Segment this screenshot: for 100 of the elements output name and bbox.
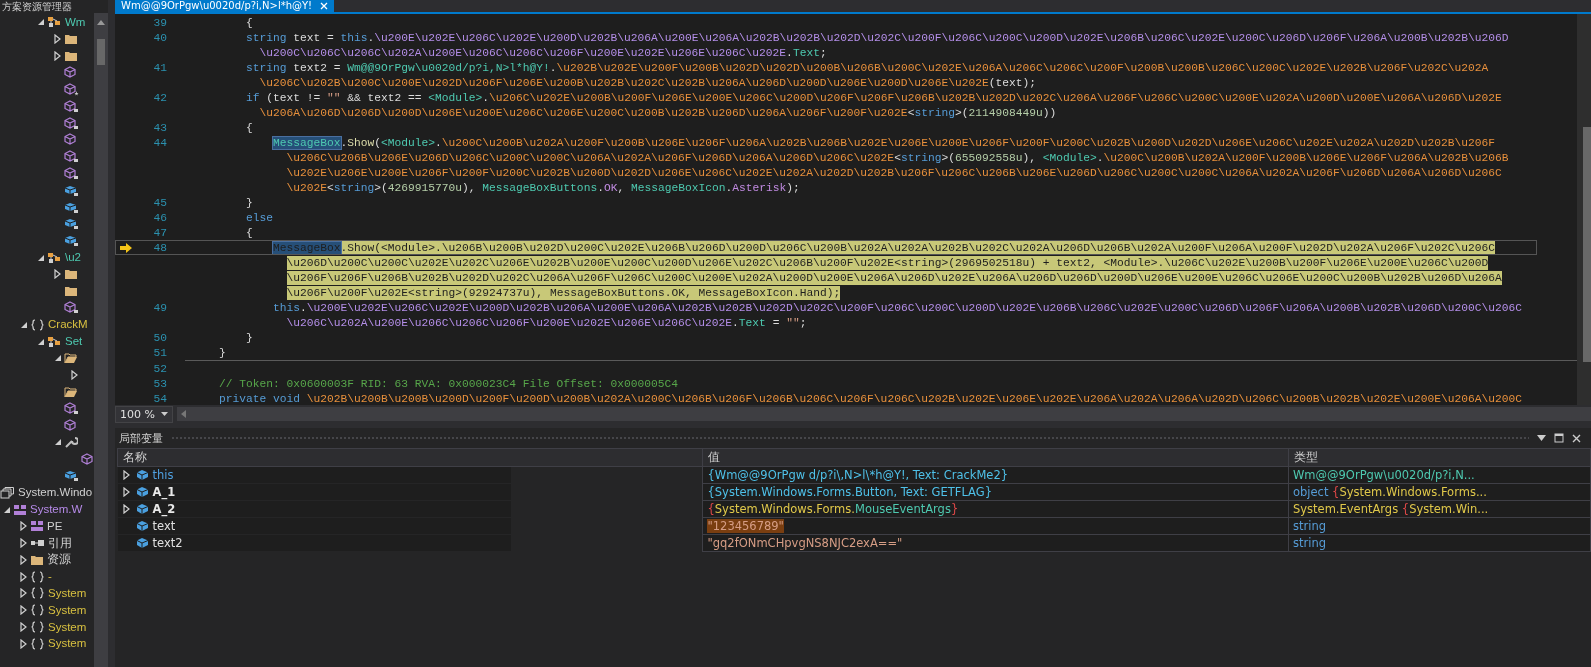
code-line: { [246, 15, 253, 30]
line-number: 44 [153, 136, 167, 149]
folder-icon [30, 553, 44, 566]
expand-arrow-icon[interactable] [20, 521, 27, 532]
expand-arrow-icon[interactable] [20, 638, 27, 649]
expand-arrow-icon[interactable] [54, 269, 61, 280]
open-folder-icon [64, 385, 78, 398]
tree-item[interactable]: System [48, 602, 87, 618]
code-line: if (text != "" && text2 == <Module>.\u206C\u202E\u200B\u200F\u206E\u200E\u206C\u200D\u206F\u206F\u206B\u202B\u202D\u202C\u206A\u206F\u206C\u200C\u200E\u202A\u200D\u200E\u206A\u206D\u202E [246, 90, 1502, 105]
column-header[interactable]: 值 [703, 448, 1289, 467]
variable-name: text [152, 518, 176, 533]
wrench-icon [64, 436, 78, 449]
expanded-arrow-icon[interactable] [36, 18, 45, 27]
expand-arrow-icon[interactable] [20, 588, 27, 599]
expand-arrow-icon[interactable] [54, 34, 61, 45]
tree-item[interactable]: \u2 [65, 250, 81, 266]
tree-item[interactable]: CrackM [48, 317, 88, 333]
tree-item[interactable]: Set [65, 334, 83, 350]
tree-item[interactable]: 资源 [47, 552, 71, 568]
line-number: 43 [153, 121, 167, 134]
code-line: { [246, 225, 253, 240]
variable-value: "gq2fONmCHpvgNS8NJC2exA==" [707, 536, 903, 550]
zoom-dropdown[interactable]: 100 % [115, 405, 173, 423]
code-line: { [246, 120, 253, 135]
expand-arrow-icon[interactable] [71, 370, 78, 381]
windows-icon [0, 486, 15, 499]
tree-item[interactable]: System [48, 636, 87, 652]
line-number: 40 [153, 31, 167, 44]
line-number: 42 [153, 91, 167, 104]
tree-item[interactable]: PE [47, 518, 63, 534]
scrollbar[interactable] [1577, 14, 1591, 405]
code-line: this.\u200E\u202E\u206C\u202E\u200D\u202B\u206A\u200E\u206A\u202B\u202B\u202D\u202C\u200F\u206C\u200C\u200D\u202E\u206B\u206C\u202E\u200C\u206D\u206F\u206A\u200B\u202B\u206D\u200C\u206C [273, 300, 1522, 315]
expand-arrow-icon[interactable] [20, 571, 27, 582]
tree-item[interactable]: Wm [65, 14, 86, 30]
tree-item[interactable]: System [48, 619, 87, 635]
line-number: 47 [153, 226, 167, 239]
expanded-arrow-icon[interactable] [53, 354, 62, 363]
scrollbar-thumb[interactable] [97, 39, 105, 65]
line-number: 52 [153, 362, 167, 375]
expand-arrow-icon[interactable] [123, 470, 130, 480]
tree-item[interactable]: 引用 [48, 535, 72, 551]
expand-arrow-icon[interactable] [20, 605, 27, 616]
folder-icon [64, 268, 78, 281]
variable-value: {Wm@@9OrPgw d/p?i\,N>l\*h@Y!, Text: CrackMe2} [707, 468, 1009, 482]
variable-name: this [152, 468, 174, 482]
scrollbar[interactable] [94, 13, 108, 667]
close-icon[interactable] [1572, 433, 1581, 443]
module-icon [30, 520, 44, 533]
expand-arrow-icon[interactable] [20, 554, 27, 565]
folder-icon [64, 285, 78, 298]
tree-item[interactable]: - [48, 569, 52, 585]
line-number: 54 [153, 392, 167, 405]
expanded-arrow-icon[interactable] [36, 253, 45, 262]
scrollbar-thumb[interactable] [1583, 127, 1591, 362]
tree-item[interactable]: System [48, 586, 87, 601]
folder-icon [64, 33, 78, 46]
expanded-arrow-icon[interactable] [36, 337, 45, 346]
class-icon [47, 16, 62, 29]
tree-item[interactable]: System.Windo [18, 485, 93, 501]
maximize-icon[interactable] [1554, 433, 1564, 443]
code-line: MessageBox.Show(<Module>.\u200C\u200B\u202A\u200F\u200B\u206E\u206F\u206A\u202B\u206B\u202E\u206E\u200E\u206F\u200F\u200C\u202B\u200D\u202D\u206E\u206C\u202E\u202A\u202D\u202B\u206F [273, 135, 1496, 150]
open-folder-icon [64, 352, 78, 365]
line-number: 39 [153, 16, 167, 29]
variable-type: string [1292, 536, 1326, 550]
panel-title: 方案资源管理器 [2, 0, 72, 13]
line-number: 53 [153, 377, 167, 390]
variable-type: string [1292, 519, 1326, 533]
variable-type: object {System.Windows.Forms... [1292, 485, 1487, 499]
column-header[interactable]: 名称 [117, 448, 703, 467]
expanded-arrow-icon[interactable] [19, 320, 28, 329]
panel-title: 局部变量 [119, 430, 163, 446]
tree-item[interactable]: System.W [30, 502, 83, 517]
class-icon [47, 335, 62, 348]
line-number: 50 [153, 331, 167, 344]
expand-arrow-icon[interactable] [123, 486, 130, 497]
expand-arrow-icon[interactable] [123, 503, 130, 514]
expand-arrow-icon[interactable] [54, 51, 61, 61]
expand-arrow-icon[interactable] [20, 622, 27, 633]
scroll-up-icon[interactable] [97, 19, 105, 25]
code-line: \u206C\u206B\u206E\u206D\u206C\u200C\u200C\u206A\u202A\u206F\u206D\u206A\u206D\u206C\u202E<string>(655092558u), <Module>.\u200C\u200B\u202A\u200F\u200B\u206E\u206F\u206A\u202B\u206B [286, 150, 1509, 165]
line-number: 48 [153, 241, 167, 254]
variable-type: Wm@@9OrPgw\u0020d/p?i,N... [1292, 468, 1475, 482]
expand-arrow-icon[interactable] [20, 538, 27, 549]
scrollbar[interactable] [176, 407, 1591, 421]
expanded-arrow-icon[interactable] [2, 505, 11, 514]
module-icon [13, 503, 27, 516]
variable-value: {System.Windows.Forms.Button, Text: GETFLAG} [707, 485, 992, 499]
code-line: } [219, 345, 226, 360]
variable-value: {System.Windows.Forms.MouseEventArgs} [707, 502, 959, 516]
braces-icon [30, 587, 45, 600]
column-header[interactable]: 类型 [1288, 448, 1591, 467]
braces-icon [30, 570, 45, 583]
line-number: 51 [153, 346, 167, 359]
braces-icon [30, 637, 45, 650]
class-icon [47, 251, 62, 264]
line-number: 45 [153, 196, 167, 209]
expanded-arrow-icon[interactable] [53, 438, 62, 447]
document-tab[interactable]: Wm@@9OrPgw\u0020d/p?i,N>l*h@Y! [115, 0, 335, 12]
code-line: \u202E\u206E\u200E\u206F\u200F\u200C\u202B\u200D\u202D\u206E\u206C\u202E\u202A\u202D\u202B\u206F\u206C\u206B\u206E\u206D\u206C\u200C\u200C\u206A\u202A\u206F\u206D\u206A\u206D\u206C [286, 165, 1502, 180]
dropdown-icon[interactable] [1537, 435, 1546, 441]
